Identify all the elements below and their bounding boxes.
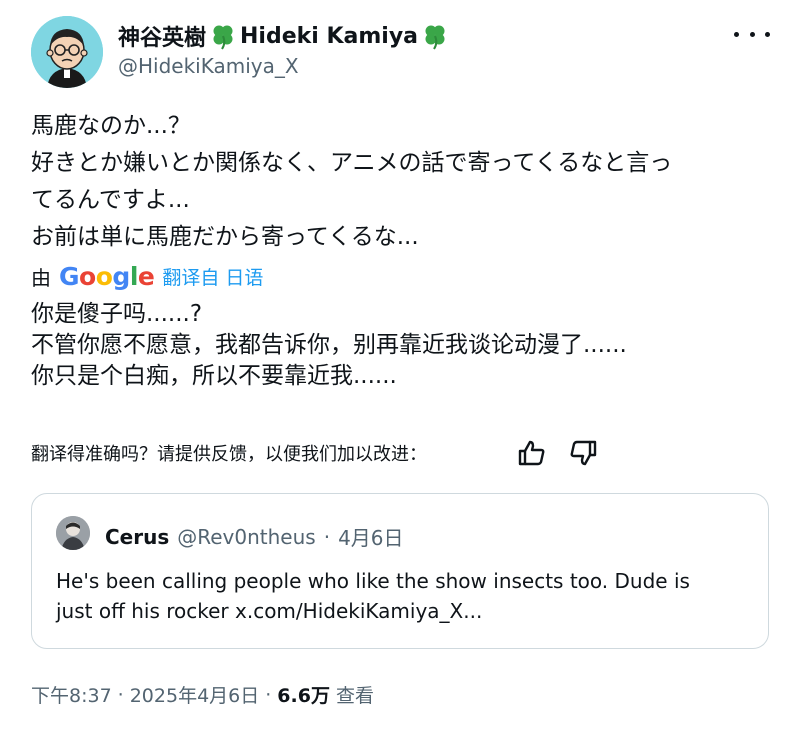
translation-text-line: 不管你愿不愿意，我都告诉你，别再靠近我谈论动漫了...... <box>31 332 627 358</box>
translation-text-line: 你只是个白痴，所以不要靠近我...... <box>31 363 397 389</box>
quoted-tweet-text: He's been calling people who like the sh… <box>56 566 756 626</box>
tweet-text: 馬鹿なのか...？ 好きとか嫌いとか関係なく、アニメの話で寄ってくるなと言っ て… <box>31 108 776 256</box>
author-handle[interactable]: @HidekiKamiya_X <box>118 54 299 78</box>
translated-by-row: 由 Google 翻译自 日语 <box>31 262 263 291</box>
separator-dot: · <box>323 524 331 549</box>
views-count: 6.6万 <box>277 685 330 707</box>
translated-from-link[interactable]: 翻译自 日语 <box>162 263 263 290</box>
author-display-name-en: Hideki Kamiya <box>240 23 419 49</box>
tweet-text-line: 馬鹿なのか...？ <box>31 113 191 139</box>
separator-dot: · <box>265 683 272 706</box>
translation-text: 你是傻子吗......? 不管你愿不愿意，我都告诉你，别再靠近我谈论动漫了...… <box>31 299 771 392</box>
separator-dot: · <box>117 683 124 706</box>
quoted-tweet-header: Cerus @Rev0ntheus · 4月6日 <box>105 522 404 551</box>
tweet-text-line: 好きとか嫌いとか関係なく、アニメの話で寄ってくるなと言っ <box>31 150 673 176</box>
author-avatar[interactable] <box>31 16 103 88</box>
four-leaf-clover-icon <box>209 22 237 50</box>
quoted-tweet-text-line: just off his rocker x.com/HidekiKamiya_X… <box>56 599 483 623</box>
thumbs-down-icon[interactable] <box>566 436 600 470</box>
tweet-text-line: お前は単に馬鹿だから寄ってくるな... <box>31 224 419 250</box>
quoted-author-handle: @Rev0ntheus <box>177 524 316 549</box>
quoted-tweet-text-line: He's been calling people who like the sh… <box>56 569 690 593</box>
tweet-time[interactable]: 下午8:37 <box>31 681 112 708</box>
quoted-tweet-date: 4月6日 <box>338 526 404 550</box>
translated-by-label: 由 <box>31 266 51 290</box>
views-label: 查看 <box>335 685 374 707</box>
google-logo: Google <box>59 262 155 291</box>
translation-text-line: 你是傻子吗......? <box>31 301 203 327</box>
thumbs-up-icon[interactable] <box>515 436 549 470</box>
author-name-row[interactable]: 神谷英樹 Hideki Kamiya <box>118 20 452 52</box>
four-leaf-clover-icon <box>421 22 449 50</box>
quoted-author-avatar <box>56 516 90 550</box>
tweet-meta-row: 下午8:37 · 2025年4月6日 · 6.6万 查看 <box>31 681 374 708</box>
more-options-icon[interactable] <box>734 22 770 46</box>
tweet-text-line: てるんですよ... <box>31 187 190 213</box>
author-display-name: 神谷英樹 <box>118 26 207 51</box>
tweet-page: 神谷英樹 Hideki Kamiya @HidekiKamiya_X 馬鹿なのか… <box>0 0 800 731</box>
quoted-author-name: Cerus <box>105 524 170 549</box>
translation-feedback-prompt: 翻译得准确吗？请提供反馈，以便我们加以改进： <box>31 444 427 465</box>
quoted-tweet-card[interactable]: Cerus @Rev0ntheus · 4月6日 He's been calli… <box>31 493 769 649</box>
tweet-date[interactable]: 2025年4月6日 <box>130 681 260 708</box>
